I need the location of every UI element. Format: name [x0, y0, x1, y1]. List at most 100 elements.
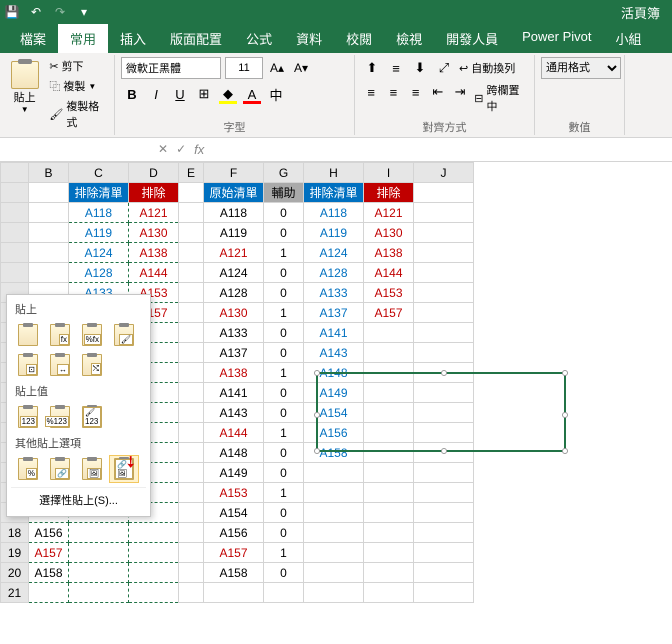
- cell[interactable]: [179, 583, 204, 603]
- column-header-I[interactable]: I: [364, 163, 414, 183]
- cell[interactable]: A144: [364, 263, 414, 283]
- paste-formulas-number-icon[interactable]: %fx: [77, 321, 107, 349]
- cell[interactable]: 0: [264, 283, 304, 303]
- cell[interactable]: [179, 363, 204, 383]
- paste-values-source-icon[interactable]: 🖌123: [77, 403, 107, 431]
- cell[interactable]: [364, 403, 414, 423]
- phonetic-button[interactable]: 中: [265, 83, 287, 105]
- cell[interactable]: A141: [304, 323, 364, 343]
- tab-小組[interactable]: 小組: [604, 24, 654, 53]
- row-header[interactable]: 19: [1, 543, 29, 563]
- column-header-B[interactable]: B: [29, 163, 69, 183]
- cell[interactable]: [414, 483, 474, 503]
- cell[interactable]: A149: [304, 383, 364, 403]
- cell[interactable]: [179, 403, 204, 423]
- column-header-F[interactable]: F: [204, 163, 264, 183]
- cell[interactable]: [414, 303, 474, 323]
- cell[interactable]: A130: [204, 303, 264, 323]
- cell[interactable]: [69, 583, 129, 603]
- name-box[interactable]: [0, 138, 150, 161]
- cell[interactable]: [179, 303, 204, 323]
- cell[interactable]: A124: [204, 263, 264, 283]
- cell[interactable]: A144: [204, 423, 264, 443]
- align-center-button[interactable]: ≡: [383, 81, 403, 103]
- row-header[interactable]: [1, 203, 29, 223]
- border-button[interactable]: ⊞: [193, 83, 215, 105]
- tab-資料[interactable]: 資料: [284, 24, 334, 53]
- cell[interactable]: A138: [364, 243, 414, 263]
- cell[interactable]: A153: [204, 483, 264, 503]
- cell[interactable]: A157: [204, 543, 264, 563]
- header-cell[interactable]: 排除: [129, 183, 179, 203]
- paste-formulas-icon[interactable]: fx: [45, 321, 75, 349]
- cell[interactable]: [414, 583, 474, 603]
- cell[interactable]: A153: [364, 283, 414, 303]
- tab-校閱[interactable]: 校閱: [334, 24, 384, 53]
- paste-column-widths-icon[interactable]: ↔: [45, 351, 75, 379]
- cell[interactable]: [129, 543, 179, 563]
- cell[interactable]: A143: [304, 343, 364, 363]
- cell[interactable]: [29, 223, 69, 243]
- cell[interactable]: [179, 543, 204, 563]
- cell[interactable]: [364, 583, 414, 603]
- row-header[interactable]: [1, 223, 29, 243]
- cell[interactable]: [129, 583, 179, 603]
- wrap-text-button[interactable]: ↩自動換列: [457, 57, 517, 79]
- undo-icon[interactable]: ↶: [28, 4, 44, 20]
- cell[interactable]: [304, 463, 364, 483]
- bold-button[interactable]: B: [121, 83, 143, 105]
- cell[interactable]: [179, 243, 204, 263]
- align-middle-button[interactable]: ≡: [385, 57, 407, 79]
- font-color-button[interactable]: A: [241, 83, 263, 105]
- paste-picture-icon[interactable]: 🖼: [77, 455, 107, 483]
- cell[interactable]: A124: [304, 243, 364, 263]
- cell[interactable]: [364, 343, 414, 363]
- copy-button[interactable]: ⿻複製▼: [47, 77, 108, 95]
- cell[interactable]: [69, 563, 129, 583]
- cell[interactable]: [414, 423, 474, 443]
- cell[interactable]: A154: [204, 503, 264, 523]
- cell[interactable]: 0: [264, 563, 304, 583]
- cell[interactable]: A149: [204, 463, 264, 483]
- cell[interactable]: A133: [204, 323, 264, 343]
- cell[interactable]: [304, 523, 364, 543]
- cell[interactable]: 0: [264, 203, 304, 223]
- paste-all-icon[interactable]: [13, 321, 43, 349]
- tab-檢視[interactable]: 檢視: [384, 24, 434, 53]
- cell[interactable]: [179, 423, 204, 443]
- cell[interactable]: [414, 363, 474, 383]
- row-header[interactable]: 18: [1, 523, 29, 543]
- cell[interactable]: [414, 503, 474, 523]
- cell[interactable]: [179, 523, 204, 543]
- cell[interactable]: A119: [69, 223, 129, 243]
- cell[interactable]: [414, 523, 474, 543]
- cell[interactable]: 1: [264, 243, 304, 263]
- paste-values-number-icon[interactable]: %123: [45, 403, 75, 431]
- cell[interactable]: [29, 203, 69, 223]
- select-all-corner[interactable]: [1, 163, 29, 183]
- cell[interactable]: [364, 523, 414, 543]
- merge-button[interactable]: ⊟跨欄置中: [472, 81, 528, 115]
- row-header[interactable]: [1, 243, 29, 263]
- cell[interactable]: [414, 343, 474, 363]
- tab-插入[interactable]: 插入: [108, 24, 158, 53]
- cell[interactable]: A143: [204, 403, 264, 423]
- cell[interactable]: 0: [264, 523, 304, 543]
- header-cell[interactable]: 排除: [364, 183, 414, 203]
- cell[interactable]: A128: [69, 263, 129, 283]
- cell[interactable]: [414, 223, 474, 243]
- header-cell[interactable]: [29, 183, 69, 203]
- cell[interactable]: [414, 263, 474, 283]
- cell[interactable]: A157: [364, 303, 414, 323]
- format-painter-button[interactable]: 🖌複製格式: [47, 97, 108, 131]
- tab-常用[interactable]: 常用: [58, 24, 108, 53]
- cell[interactable]: 1: [264, 483, 304, 503]
- cell[interactable]: A118: [304, 203, 364, 223]
- header-cell[interactable]: 排除清單: [69, 183, 129, 203]
- cell[interactable]: A141: [204, 383, 264, 403]
- cell[interactable]: 0: [264, 343, 304, 363]
- cell[interactable]: [204, 583, 264, 603]
- cell[interactable]: [414, 383, 474, 403]
- paste-values-icon[interactable]: 123: [13, 403, 43, 431]
- row-header[interactable]: 20: [1, 563, 29, 583]
